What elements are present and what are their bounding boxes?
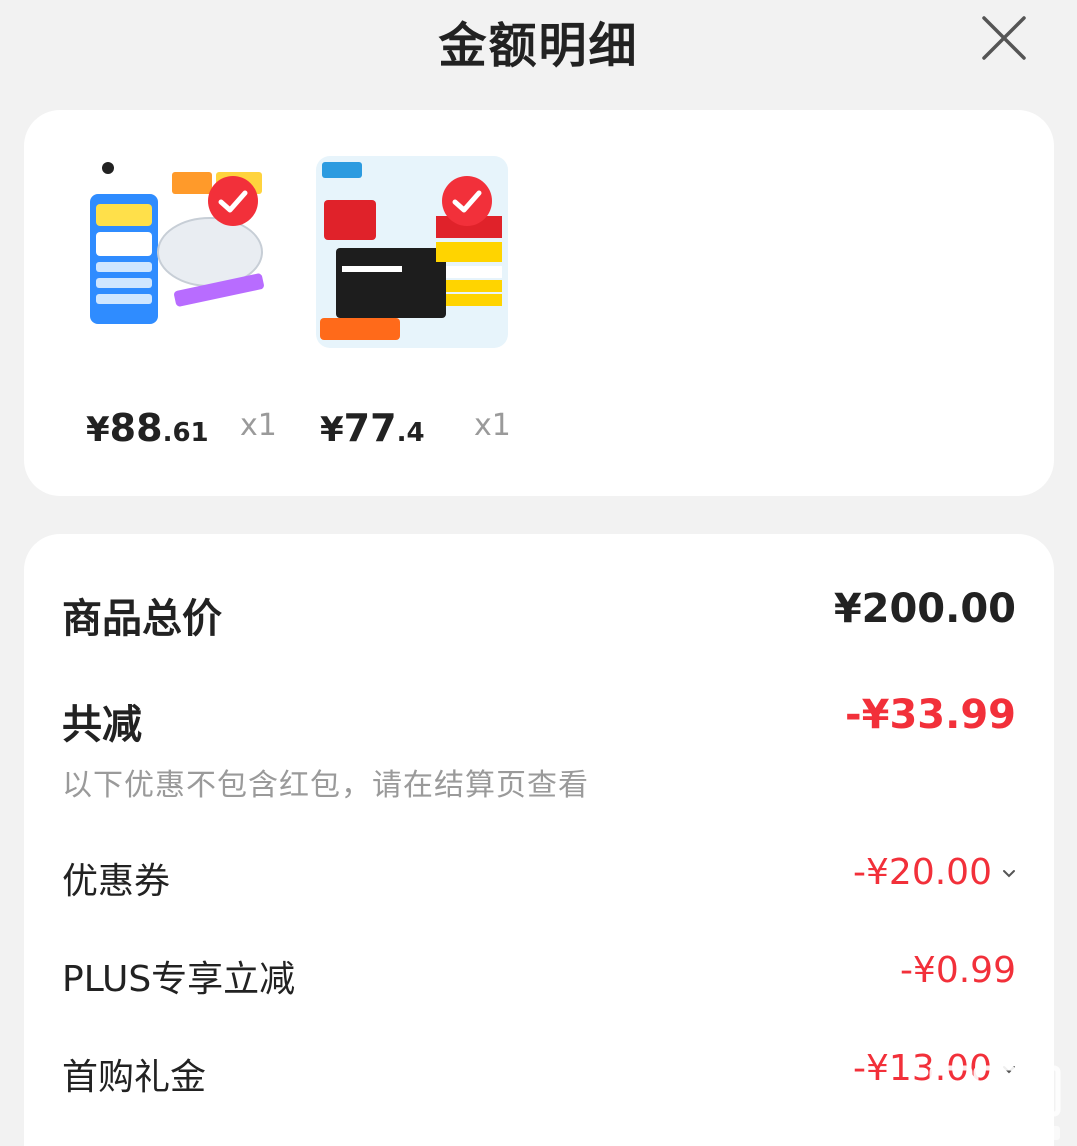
product-qty: x1 (240, 408, 277, 443)
selected-check-icon[interactable] (208, 176, 258, 226)
total-price-value: ¥200.00 (833, 586, 1016, 632)
coupon-value: -¥20.00 (853, 852, 992, 893)
coupon-value-row[interactable]: -¥20.00 (853, 852, 1016, 893)
total-reduce-label: 共减 (62, 702, 142, 748)
plus-discount-value: -¥0.99 (899, 950, 1016, 991)
discount-note: 以下优惠不包含红包，请在结算页查看 (62, 768, 589, 803)
summary-card: 商品总价 ¥200.00 共减 -¥33.99 以下优惠不包含红包，请在结算页查… (24, 534, 1054, 1146)
product-price: ¥77.4 (320, 406, 425, 450)
total-reduce-value: -¥33.99 (845, 692, 1016, 738)
coupon-label: 优惠券 (62, 861, 171, 902)
selected-check-icon[interactable] (442, 176, 492, 226)
header: 金额明细 (0, 0, 1077, 90)
watermark-logo (929, 1065, 1061, 1140)
first-purchase-gift-label: 首购礼金 (62, 1057, 207, 1098)
page-title: 金额明细 (438, 18, 639, 74)
products-card: ¥88.61 x1 ¥77.4 x1 (24, 110, 1054, 496)
plus-discount-label: PLUS专享立减 (62, 959, 296, 1000)
chevron-down-icon[interactable] (1002, 867, 1016, 881)
close-icon[interactable] (980, 14, 1028, 62)
product-price: ¥88.61 (86, 406, 209, 450)
product-qty: x1 (474, 408, 511, 443)
total-price-label: 商品总价 (62, 596, 222, 642)
